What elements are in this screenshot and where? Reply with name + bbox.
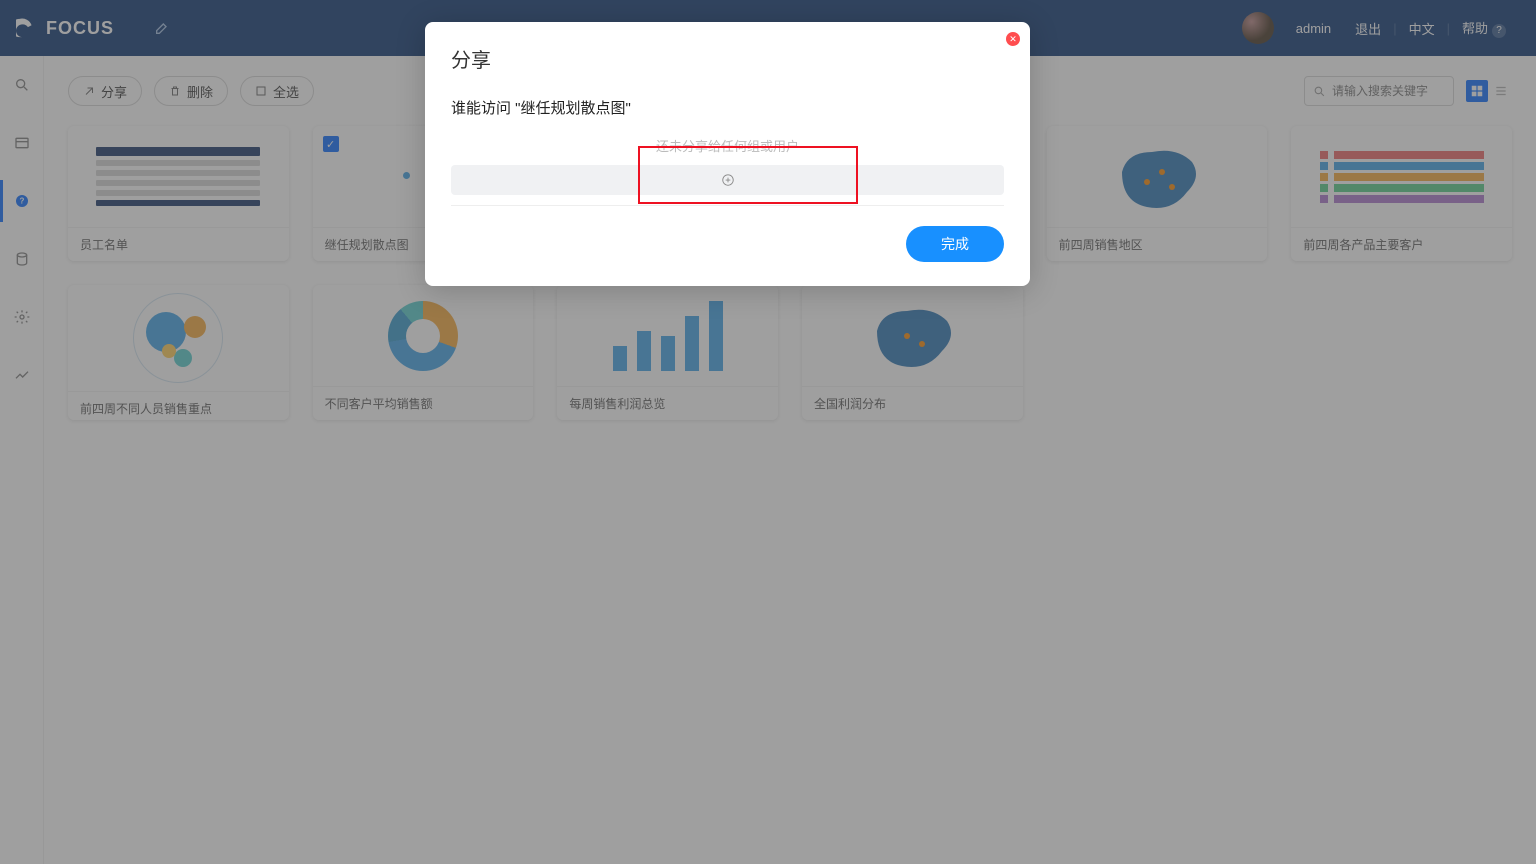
done-button[interactable]: 完成: [906, 226, 1004, 262]
modal-subtitle-prefix: 谁能访问 ": [451, 100, 521, 117]
modal-subtitle: 谁能访问 "继任规划散点图": [451, 97, 1004, 118]
close-icon[interactable]: ✕: [1006, 32, 1020, 46]
modal-subtitle-name: 继任规划散点图: [521, 100, 626, 117]
add-share-button[interactable]: [451, 165, 1004, 195]
empty-state-text: 还未分享给任何组或用户: [451, 136, 1004, 155]
share-modal: ✕ 分享 谁能访问 "继任规划散点图" 还未分享给任何组或用户 完成: [425, 22, 1030, 286]
modal-subtitle-suffix: ": [626, 100, 631, 117]
divider: [451, 205, 1004, 206]
modal-title: 分享: [451, 44, 1004, 73]
plus-circle-icon: [721, 173, 735, 187]
